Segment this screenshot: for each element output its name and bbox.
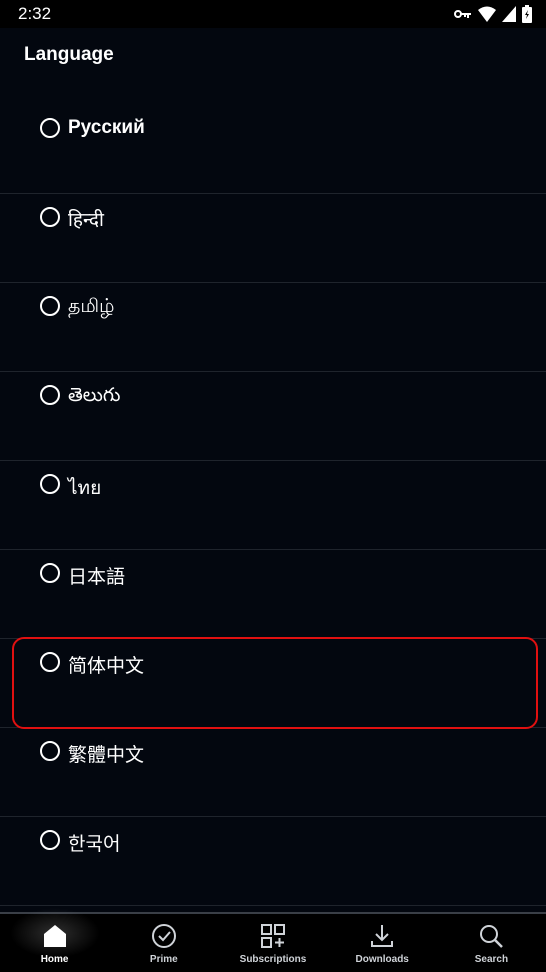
radio-button[interactable] [40,207,60,227]
status-time: 2:32 [18,4,52,23]
signal-icon [502,6,516,22]
nav-prime[interactable]: Prime [109,914,218,972]
wifi-icon [478,6,496,22]
radio-button[interactable] [40,741,60,761]
radio-button[interactable] [40,118,60,138]
nav-label: Home [40,954,69,965]
language-label: Русский [68,117,145,138]
nav-downloads[interactable]: Downloads [328,914,437,972]
grid-plus-icon [261,924,285,948]
status-bar: 2:32 [0,0,546,28]
language-label: தமிழ் [68,295,115,317]
key-icon [454,10,471,18]
language-option[interactable]: 繁體中文 [0,728,546,817]
nav-label: Downloads [355,954,409,965]
search-icon [480,925,504,948]
nav-label: Search [474,954,509,965]
radio-button[interactable] [40,563,60,583]
nav-label: Prime [149,954,178,965]
radio-button[interactable] [40,296,60,316]
status-icons [454,5,532,23]
language-label: 한국어 [68,833,121,855]
language-option[interactable]: 한국어 [0,817,546,906]
bottom-nav: Home Prime Subscriptions Downloads Searc… [0,908,546,972]
language-label: 繁體中文 [68,744,145,766]
radio-button[interactable] [40,474,60,494]
radio-button[interactable] [40,385,60,405]
language-option[interactable]: ไทย [0,461,546,550]
nav-home[interactable]: Home [0,908,109,972]
nav-label: Subscriptions [239,954,307,965]
download-icon [371,925,394,947]
home-icon [43,925,66,947]
battery-icon [522,5,532,23]
language-label: ไทย [68,477,102,499]
language-option[interactable]: Русский [0,88,546,194]
language-label: 日本語 [68,566,126,588]
language-label: हिन्दी [68,209,104,231]
radio-button[interactable] [40,830,60,850]
nav-search[interactable]: Search [437,914,546,972]
check-circle-icon [151,924,176,948]
language-list: Русский हिन्दी தமிழ் తెలుగు ไทย 日本語 简体中文… [0,88,546,906]
language-option[interactable]: 日本語 [0,550,546,639]
page-title: Language [24,44,114,65]
language-option[interactable]: 简体中文 [0,639,546,728]
nav-subscriptions[interactable]: Subscriptions [218,914,327,972]
radio-button[interactable] [40,652,60,672]
language-option[interactable]: हिन्दी [0,194,546,283]
language-label: తెలుగు [68,384,121,406]
language-option[interactable]: తెలుగు [0,372,546,461]
language-label: 简体中文 [68,655,145,677]
language-option[interactable]: தமிழ் [0,283,546,372]
